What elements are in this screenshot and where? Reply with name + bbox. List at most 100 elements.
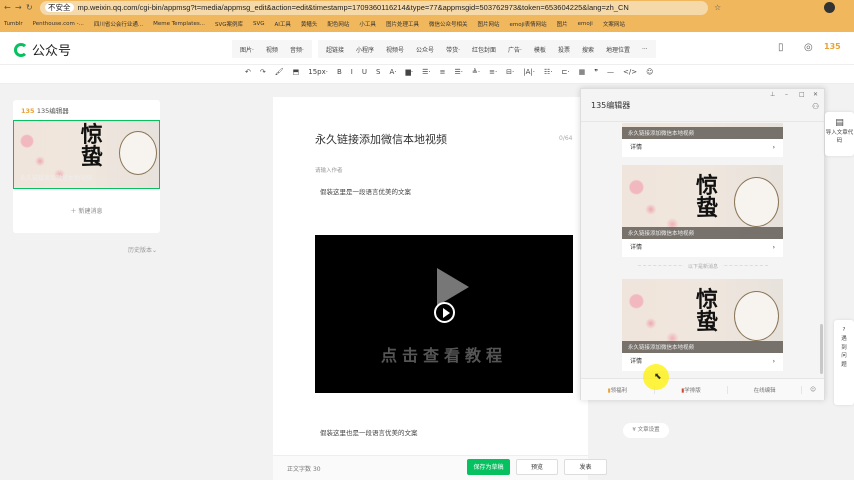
toolbar-button[interactable]: A· <box>389 68 396 76</box>
publish-button[interactable]: 发表 <box>564 459 607 475</box>
minimize-icon[interactable]: – <box>785 91 788 98</box>
online-edit-button[interactable]: 在线编辑 <box>728 385 803 394</box>
toolbar-button[interactable]: </> <box>623 68 637 76</box>
body-paragraph[interactable]: 假装这里是一段语言优美的文案 <box>320 186 411 196</box>
preview-button[interactable]: 预览 <box>516 459 558 475</box>
message-card[interactable]: 惊蛰 永久链接添加微信本地视频 详情 › <box>622 165 783 257</box>
toolbar-button[interactable]: B <box>337 68 342 76</box>
toolbar-button[interactable]: I <box>351 68 353 76</box>
menu-item[interactable]: 公众号 <box>416 45 434 54</box>
pin-icon[interactable]: ⊥ <box>770 91 775 98</box>
bookmark-item[interactable]: 文案网站 <box>603 20 625 28</box>
back-button[interactable]: ← <box>4 3 11 12</box>
welfare-button[interactable]: ▮领福利 <box>581 385 655 394</box>
word-count-label: 正文字数 <box>287 466 312 473</box>
menu-item[interactable]: 超链接 <box>326 45 344 54</box>
menu-item[interactable]: 投票 <box>558 45 570 54</box>
import-code-button[interactable]: ▤ 导入文章代码 <box>825 112 854 156</box>
help-button[interactable]: ? 遇到问题 <box>834 320 854 405</box>
address-bar[interactable]: 不安全 mp.weixin.qq.com/cgi-bin/appmsg?t=med… <box>40 1 708 15</box>
bookmark-item[interactable]: SVG <box>253 21 265 27</box>
detail-link[interactable]: 详情 <box>630 353 642 371</box>
toolbar-button[interactable]: ↷ <box>260 68 266 76</box>
bookmark-item[interactable]: Meme Templates... <box>153 21 205 27</box>
menu-item[interactable]: 图片· <box>240 45 254 54</box>
bookmark-item[interactable]: SVG案例库 <box>215 20 243 28</box>
detail-link[interactable]: 详情 <box>630 139 642 157</box>
menu-item[interactable]: 红包封面 <box>472 45 496 54</box>
learn-layout-button[interactable]: ▮学排版 <box>655 385 729 394</box>
toolbar-button[interactable]: ☰· <box>454 68 463 76</box>
toolbar-button[interactable]: ⊟· <box>506 68 514 76</box>
menu-item[interactable]: 带货· <box>446 45 460 54</box>
bookmark-item[interactable]: 微信公众号相关 <box>429 20 468 28</box>
toolbar-button[interactable]: — <box>607 68 614 76</box>
menu-item[interactable]: 广告· <box>508 45 522 54</box>
toolbar-button[interactable]: S <box>376 68 380 76</box>
menu-item[interactable]: 视频号 <box>386 45 404 54</box>
close-icon[interactable]: ✕ <box>813 91 818 98</box>
article-thumbnail[interactable]: 惊蛰 永久链接添加微信本地视频 <box>13 120 160 189</box>
save-draft-button[interactable]: 保存为草稿 <box>467 459 510 475</box>
bookmark-item[interactable]: 图片处理工具 <box>386 20 419 28</box>
bookmark-item[interactable]: AI工具 <box>275 20 291 28</box>
toolbar-button[interactable]: ▦ <box>579 68 586 76</box>
135-icon[interactable]: 135 <box>824 42 841 51</box>
bookmark-item[interactable]: Tumblr <box>4 21 23 27</box>
bookmark-item[interactable]: emoji <box>578 21 593 27</box>
bookmark-item[interactable]: 配色网站 <box>327 20 349 28</box>
bookmark-item[interactable]: 黄鳝头 <box>301 20 318 28</box>
toolbar-button[interactable]: ❞ <box>594 68 598 76</box>
article-settings-button[interactable]: ¥ 文章设置 <box>623 423 669 438</box>
menu-item[interactable]: ··· <box>642 46 648 53</box>
title-input[interactable]: 永久链接添加微信本地视频 <box>315 131 447 147</box>
maximize-icon[interactable]: □ <box>799 91 805 98</box>
chevron-right-icon: › <box>772 144 775 151</box>
star-icon[interactable]: ☆ <box>714 3 721 12</box>
toolbar-button[interactable]: |A|· <box>523 68 535 76</box>
menu-item[interactable]: 地理位置 <box>606 45 630 54</box>
toolbar-button[interactable]: ⬒ <box>293 68 300 76</box>
security-badge[interactable]: 不安全 <box>45 3 74 12</box>
bookmark-item[interactable]: 小工具 <box>359 20 376 28</box>
bookmark-item[interactable]: 图片 <box>557 20 568 28</box>
scrollbar[interactable] <box>820 324 823 374</box>
phone-preview-icon[interactable]: ▯ <box>778 42 784 53</box>
bookmark-item[interactable]: 图片网站 <box>477 20 499 28</box>
toolbar-button[interactable]: ⊏· <box>562 68 570 76</box>
toolbar-button[interactable]: ▆· <box>405 68 413 76</box>
reload-button[interactable]: ↻ <box>26 3 33 12</box>
logo[interactable]: 公众号 <box>14 40 71 59</box>
shield-icon[interactable]: ◎ <box>804 42 813 53</box>
user-icon[interactable]: ⚇ <box>812 102 819 111</box>
message-card[interactable]: 惊蛰 永久链接添加微信本地视频 详情 › <box>622 279 783 371</box>
menu-item[interactable]: 模板 <box>534 45 546 54</box>
toolbar-button[interactable]: ☺ <box>646 68 653 76</box>
toolbar-button[interactable]: U <box>362 68 367 76</box>
bookmark-item[interactable]: Penthouse.com -... <box>33 21 84 27</box>
toolbar-button[interactable]: ☰· <box>422 68 431 76</box>
new-message-button[interactable]: ＋ 新建消息 <box>13 206 160 215</box>
author-input[interactable]: 请输入作者 <box>315 166 343 174</box>
bookmark-item[interactable]: 四川省公会行业通... <box>94 20 143 28</box>
toolbar-button[interactable]: ☷· <box>544 68 553 76</box>
body-paragraph[interactable]: 假装这里也是一段语言优美的文案 <box>320 427 418 437</box>
forward-button[interactable]: → <box>15 3 22 12</box>
menu-item[interactable]: 搜索 <box>582 45 594 54</box>
menu-item[interactable]: 小程序 <box>356 45 374 54</box>
detail-link[interactable]: 详情 <box>630 239 642 257</box>
message-card[interactable]: 永久链接添加微信本地视频 详情 › <box>622 123 783 157</box>
robot-icon[interactable]: ☺ <box>802 387 824 393</box>
toolbar-button[interactable]: ↶ <box>245 68 251 76</box>
toolbar-button[interactable]: ≡· <box>489 68 497 76</box>
menu-item[interactable]: 音频· <box>290 45 304 54</box>
play-button-icon[interactable] <box>434 302 455 323</box>
bookmark-item[interactable]: emoji表情网站 <box>509 20 546 28</box>
menu-item[interactable]: 视频 <box>266 45 278 54</box>
toolbar-button[interactable]: 🖌 <box>275 68 284 76</box>
toolbar-button[interactable]: ≡ <box>440 68 446 76</box>
toolbar-button[interactable]: 15px· <box>308 68 328 76</box>
avatar[interactable] <box>824 2 835 13</box>
history-version-link[interactable]: 历史版本⌄ <box>128 245 157 254</box>
toolbar-button[interactable]: ≜· <box>472 68 480 76</box>
